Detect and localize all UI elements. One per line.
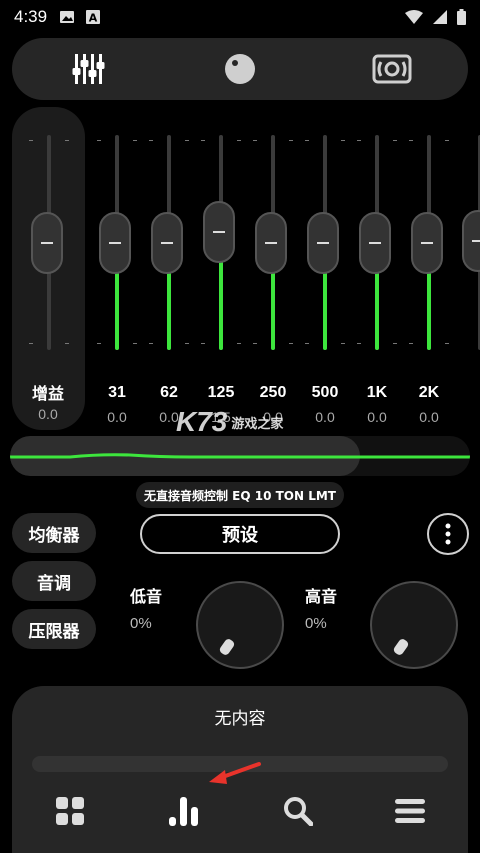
band-knob[interactable] <box>307 211 339 274</box>
treble-label: 高音 <box>305 587 338 606</box>
band-label-2K: 2K <box>418 384 440 401</box>
menu-icon <box>395 799 425 823</box>
watermark-text: 游戏之家 <box>231 416 284 432</box>
band-slider-31[interactable] <box>97 130 137 355</box>
top-tab-bar <box>12 38 468 100</box>
band-slider-partial[interactable] <box>460 130 480 355</box>
band-label-125: 125 <box>207 384 235 401</box>
band-knob[interactable] <box>151 211 183 274</box>
annotation-arrow <box>209 762 261 784</box>
nav-search-button[interactable] <box>268 786 328 836</box>
band-knob[interactable] <box>411 211 443 274</box>
equalizer-button[interactable]: 均衡器 <box>12 513 96 553</box>
bass-value: 0% <box>130 615 152 632</box>
grid-icon <box>56 797 84 825</box>
band-slider-250[interactable] <box>253 130 293 355</box>
band-value-500: 0.0 <box>315 409 335 425</box>
frequency-curve <box>10 453 470 459</box>
band-slider-125[interactable] <box>201 130 241 355</box>
band-knob[interactable] <box>255 211 287 274</box>
band-knob[interactable] <box>203 200 235 263</box>
more-options-button[interactable] <box>427 513 469 555</box>
bars-icon <box>169 797 198 826</box>
bass-label: 低音 <box>130 587 163 606</box>
image-icon <box>60 11 75 23</box>
tab-equalizer[interactable] <box>58 44 118 94</box>
preamp-value: 0.0 <box>38 406 58 422</box>
tab-tone[interactable] <box>210 44 270 94</box>
now-playing-text: 无内容 <box>214 709 266 729</box>
speaker-icon <box>372 54 412 84</box>
tab-speaker[interactable] <box>362 44 422 94</box>
bass-knob-indicator <box>218 637 236 657</box>
nav-menu-button[interactable] <box>380 786 440 836</box>
tone-button[interactable]: 音调 <box>12 561 96 601</box>
band-slider-500[interactable] <box>305 130 345 355</box>
svg-text:A: A <box>89 12 98 25</box>
battery-icon <box>457 9 466 25</box>
band-slider-62[interactable] <box>149 130 189 355</box>
status-bar: 4:39 A <box>0 0 480 34</box>
band-value-1K: 0.0 <box>367 409 387 425</box>
preset-button[interactable]: 预设 <box>140 514 340 554</box>
search-icon <box>284 797 313 826</box>
preamp-knob[interactable] <box>31 211 63 274</box>
knob-icon <box>225 54 255 84</box>
band-label-1K: 1K <box>366 384 388 401</box>
preamp-slider[interactable] <box>29 130 69 355</box>
band-label-62: 62 <box>160 384 178 401</box>
a-notification-icon: A <box>86 10 101 25</box>
bass-knob[interactable] <box>196 581 284 669</box>
watermark-logo: K73 <box>176 406 228 437</box>
treble-value: 0% <box>305 615 327 632</box>
status-time: 4:39 <box>14 7 48 26</box>
band-label-250: 250 <box>259 384 287 401</box>
nav-equalizer-button[interactable] <box>154 786 214 836</box>
treble-knob-indicator <box>392 637 410 657</box>
more-vertical-icon <box>445 523 451 545</box>
band-slider-2K[interactable] <box>409 130 449 355</box>
band-label-500: 500 <box>311 384 339 401</box>
nav-grid-button[interactable] <box>40 786 100 836</box>
band-knob[interactable] <box>99 211 131 274</box>
frequency-response-scroller[interactable] <box>10 436 470 476</box>
preamp-label: 增益 <box>31 386 64 403</box>
band-slider-1K[interactable] <box>357 130 397 355</box>
watermark: K73 游戏之家 <box>176 406 283 438</box>
preset-status: 无直接音频控制 EQ 10 TON LMT <box>136 482 344 508</box>
equalizer-sliders-icon <box>72 54 105 84</box>
band-value-2K: 0.0 <box>419 409 439 425</box>
band-value-31: 0.0 <box>107 409 127 425</box>
band-knob[interactable] <box>359 211 391 274</box>
treble-knob[interactable] <box>370 581 458 669</box>
wifi-icon <box>405 10 423 24</box>
limiter-button[interactable]: 压限器 <box>12 609 96 649</box>
signal-icon <box>433 10 447 24</box>
band-label-31: 31 <box>108 384 126 401</box>
